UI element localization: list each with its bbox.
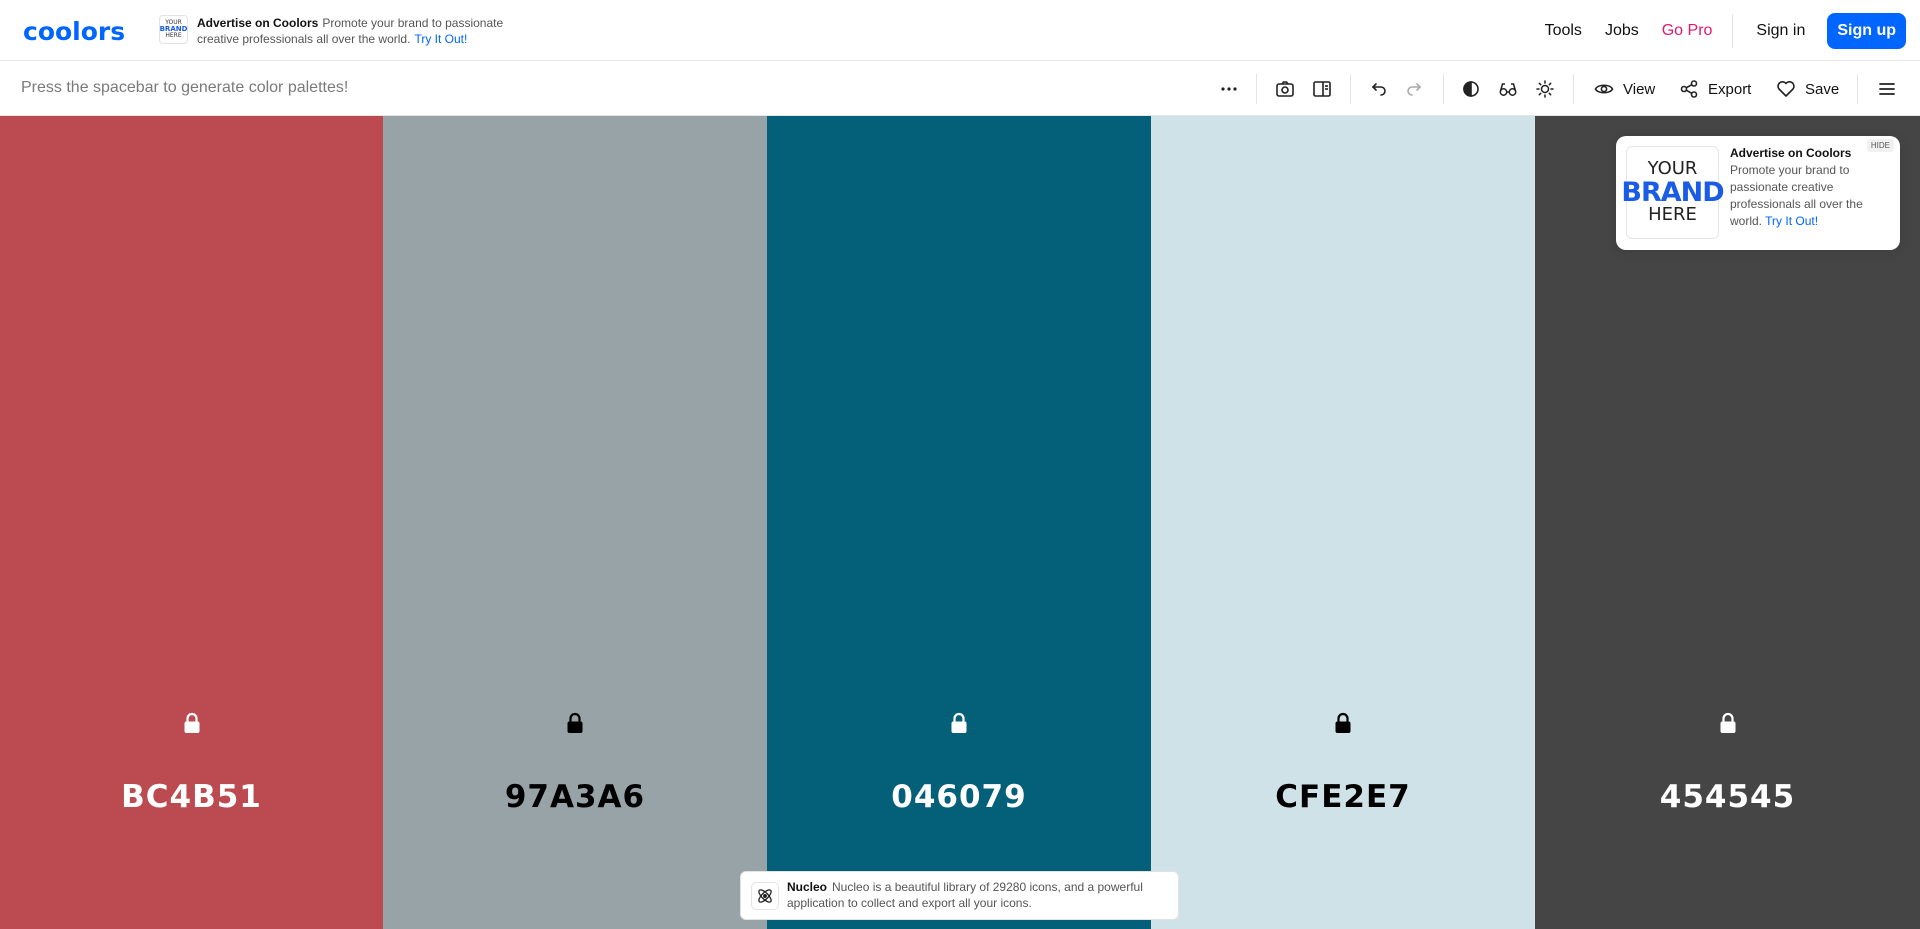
export-button[interactable]: Export [1679, 77, 1751, 101]
brand-thumbnail: YOUR BRAND HERE [159, 15, 188, 44]
color-swatch[interactable]: 97A3A6 [383, 116, 767, 929]
hex-code[interactable]: CFE2E7 [1151, 779, 1535, 815]
toolbar-divider [1857, 74, 1858, 104]
top-ad-title: Advertise on Coolors [197, 16, 319, 30]
sponsor-ad-card[interactable]: YOUR BRAND HERE Advertise on Coolors Pro… [1616, 136, 1900, 250]
hide-ad-button[interactable]: HIDE [1866, 139, 1894, 152]
lock-icon[interactable] [1333, 712, 1353, 734]
eye-icon [1594, 84, 1614, 94]
save-label: Save [1805, 80, 1840, 98]
nucleo-promo[interactable]: Nucleo Nucleo is a beautiful library of 2… [740, 871, 1179, 920]
top-navigation: coolors YOUR BRAND HERE Advertise on Coo… [0, 0, 1920, 61]
brand-logo-line-1: YOUR [1647, 158, 1698, 180]
palette-toolbar: Press the spacebar to generate color pal… [0, 61, 1920, 116]
toolbar-divider [1350, 74, 1351, 104]
side-panel-icon[interactable] [1311, 78, 1333, 100]
undo-icon[interactable] [1367, 78, 1389, 100]
brand-logo-line-2: BRAND [1621, 176, 1724, 208]
nav-divider [1732, 13, 1734, 48]
nav-links: Tools Jobs Go Pro Sign in Sign up [1522, 0, 1906, 61]
generate-hint: Press the spacebar to generate color pal… [21, 79, 349, 96]
toolbar-divider [1443, 74, 1444, 104]
lock-icon[interactable] [949, 712, 969, 734]
hex-code[interactable]: BC4B51 [0, 779, 383, 815]
color-swatch[interactable]: CFE2E7 [1151, 116, 1535, 929]
hex-code[interactable]: 454545 [1535, 779, 1920, 815]
brand-logo: YOUR BRAND HERE [1621, 146, 1725, 239]
contrast-icon[interactable] [1460, 78, 1482, 100]
top-ad-link[interactable]: Try It Out! [414, 32, 467, 46]
lock-icon[interactable] [182, 712, 202, 734]
color-swatch[interactable]: BC4B51 [0, 116, 383, 929]
toolbar-divider [1256, 74, 1257, 104]
glasses-icon[interactable] [1497, 78, 1519, 100]
view-label: View [1623, 80, 1656, 98]
coolors-logo[interactable]: coolors [23, 13, 143, 47]
heart-icon [1777, 81, 1795, 97]
brand-logo-line-3: HERE [1648, 204, 1697, 226]
nucleo-title: Nucleo [787, 880, 828, 894]
top-ad-banner[interactable]: YOUR BRAND HERE Advertise on Coolors Prom… [159, 15, 537, 47]
view-button[interactable]: View [1594, 77, 1655, 101]
toolbar-divider [1573, 74, 1574, 104]
export-label: Export [1708, 80, 1752, 98]
ad-card-title: Advertise on Coolors [1730, 146, 1852, 160]
nav-go-pro-link[interactable]: Go Pro [1662, 22, 1713, 40]
sun-icon[interactable] [1534, 78, 1556, 100]
ad-card-text: Advertise on Coolors Promote your brand … [1730, 145, 1880, 230]
thumb-line-3: HERE [165, 32, 182, 39]
hex-code[interactable]: 046079 [767, 779, 1151, 815]
lock-icon[interactable] [1718, 712, 1738, 734]
logo-text: coolors [23, 17, 125, 46]
redo-icon[interactable] [1404, 78, 1426, 100]
share-icon [1680, 80, 1698, 98]
hex-code[interactable]: 97A3A6 [383, 779, 767, 815]
lock-icon[interactable] [565, 712, 585, 734]
more-icon[interactable] [1218, 78, 1240, 100]
ad-card-link[interactable]: Try It Out! [1765, 214, 1818, 228]
save-button[interactable]: Save [1776, 77, 1839, 101]
top-ad-text: Advertise on Coolors Promote your brand t… [197, 15, 537, 47]
atom-icon [751, 882, 779, 910]
nav-tools-link[interactable]: Tools [1545, 22, 1582, 40]
sign-up-button[interactable]: Sign up [1827, 12, 1906, 49]
nucleo-description: Nucleo is a beautiful library of 29280 i… [787, 880, 1143, 910]
menu-icon[interactable] [1876, 78, 1898, 100]
sign-in-link[interactable]: Sign in [1756, 22, 1805, 40]
nav-jobs-link[interactable]: Jobs [1605, 22, 1639, 40]
color-swatch[interactable]: 046079 [767, 116, 1151, 929]
camera-icon[interactable] [1274, 78, 1296, 100]
nucleo-promo-text: Nucleo Nucleo is a beautiful library of 2… [787, 879, 1167, 911]
